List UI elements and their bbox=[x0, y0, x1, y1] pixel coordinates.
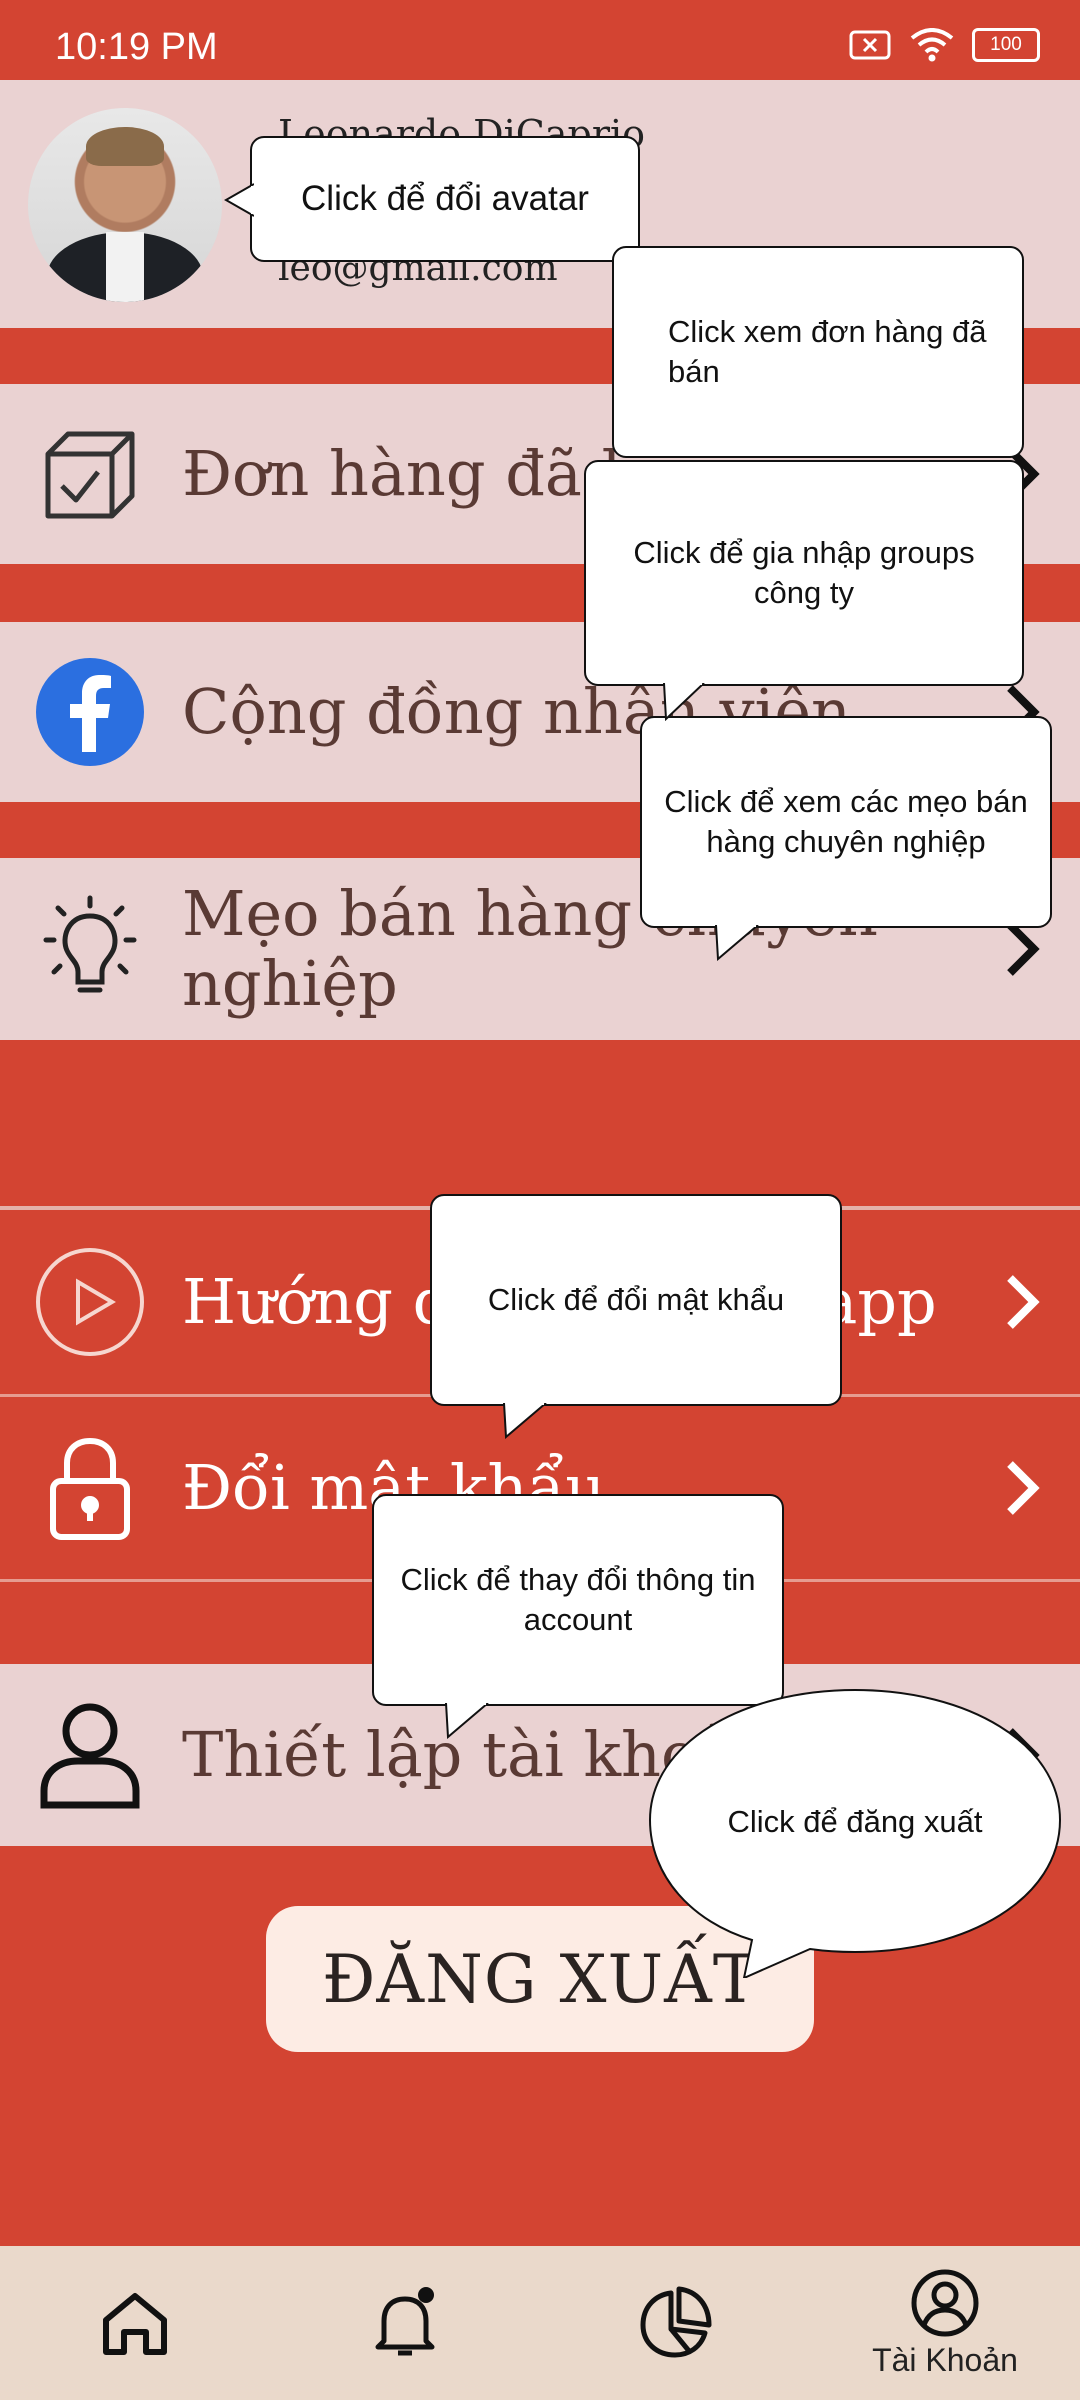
home-icon bbox=[103, 2293, 167, 2355]
wifi-icon bbox=[910, 28, 954, 62]
box-check-icon bbox=[30, 414, 150, 534]
nav-notifications[interactable] bbox=[350, 2246, 460, 2400]
tooltip-tail bbox=[224, 183, 254, 217]
nav-account[interactable]: Tài Khoản bbox=[850, 2246, 1040, 2400]
tooltip-sales-tips: Click để xem các mẹo bán hàng chuyên ngh… bbox=[640, 716, 1052, 928]
tooltip-tail bbox=[503, 1403, 547, 1439]
lock-icon bbox=[30, 1428, 150, 1548]
chevron-right-icon bbox=[992, 919, 1052, 979]
no-sim-icon bbox=[849, 30, 891, 60]
tooltip-password: Click để đổi mật khẩu bbox=[430, 1194, 842, 1406]
tooltip-logout: Click để đăng xuất bbox=[727, 1804, 983, 1839]
pie-chart-icon bbox=[640, 2286, 712, 2358]
bottom-nav: Tài Khoản bbox=[0, 2246, 1080, 2400]
battery-icon: 100 bbox=[972, 28, 1040, 62]
nav-reports[interactable] bbox=[620, 2246, 730, 2400]
chevron-right-icon bbox=[992, 1458, 1052, 1518]
lightbulb-icon bbox=[30, 889, 150, 1009]
facebook-icon bbox=[30, 652, 150, 772]
tooltip-community: Click để gia nhập groups công ty bbox=[584, 460, 1024, 686]
tooltip-tail bbox=[663, 683, 705, 721]
tooltip-orders: Click xem đơn hàng đã bán bbox=[612, 246, 1024, 458]
status-icons: 100 bbox=[848, 28, 1040, 62]
nav-home[interactable] bbox=[80, 2246, 190, 2400]
tooltip-tail bbox=[715, 925, 759, 961]
tooltip-avatar: Click để đổi avatar bbox=[250, 136, 640, 262]
bell-icon bbox=[375, 2287, 435, 2356]
tooltip-account: Click để thay đổi thông tin account bbox=[372, 1494, 784, 1706]
user-icon bbox=[30, 1695, 150, 1815]
avatar[interactable] bbox=[28, 108, 222, 302]
chevron-right-icon bbox=[992, 1272, 1052, 1332]
tooltip-tail bbox=[445, 1703, 489, 1739]
status-time: 10:19 PM bbox=[55, 26, 218, 68]
play-icon bbox=[30, 1242, 150, 1362]
nav-account-label: Tài Khoản bbox=[872, 2341, 1018, 2378]
account-circle-icon bbox=[911, 2269, 979, 2336]
